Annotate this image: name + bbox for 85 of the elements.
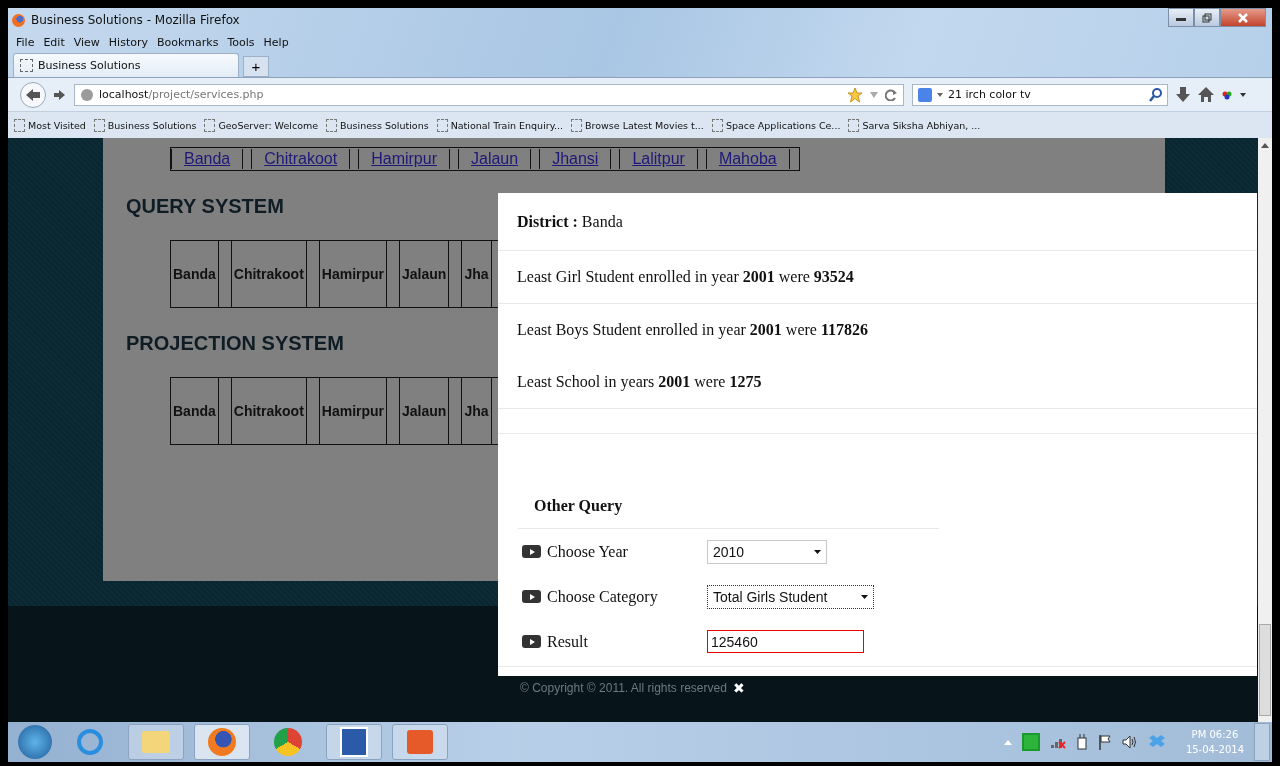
back-arrow-icon: [25, 87, 41, 102]
star-icon[interactable]: [847, 86, 863, 103]
result-text: Least Girl Student enrolled in year 2001 were 93524: [517, 268, 854, 286]
district-link[interactable]: Mahoba: [705, 149, 790, 169]
play-bullet-icon: [522, 635, 541, 648]
bookmark-item[interactable]: Space Applications Ce...: [711, 118, 841, 132]
table-cell[interactable]: Hamirpur: [319, 241, 388, 307]
dropdown-icon: [861, 594, 868, 599]
menu-item[interactable]: File: [16, 35, 35, 49]
district-text: District : Banda: [517, 212, 623, 231]
field-label: Choose Year: [547, 542, 629, 561]
result-field[interactable]: 125460: [707, 630, 864, 653]
firefox-icon: [12, 13, 25, 27]
table-cell[interactable]: Banda: [171, 378, 219, 444]
select-field[interactable]: 2010: [707, 539, 827, 564]
menu-item[interactable]: View: [73, 35, 100, 49]
table-cell[interactable]: Chitrakoot: [231, 378, 307, 444]
section-heading: Other Query: [534, 497, 623, 515]
menu-item[interactable]: Help: [263, 35, 289, 49]
search-icon[interactable]: [1149, 87, 1162, 102]
scrollbar[interactable]: [1258, 138, 1272, 722]
table-cell[interactable]: Jha: [462, 378, 492, 444]
bookmark-item[interactable]: Business Solutions: [93, 118, 197, 132]
district-link[interactable]: Lalitpur: [619, 149, 698, 169]
browser-tab[interactable]: Business Solutions: [13, 53, 239, 77]
field-label: Result: [547, 632, 589, 651]
address-bar[interactable]: localhost/project/services.php: [74, 83, 904, 106]
reload-icon[interactable]: [885, 88, 897, 101]
dropdown-icon: [814, 549, 821, 554]
bookmark-item[interactable]: National Train Enquiry...: [436, 118, 563, 132]
window-title: Business Solutions - Mozilla Firefox: [31, 13, 240, 27]
copyright-text: © Copyright © 2011. All rights reserved: [520, 681, 727, 695]
district-link[interactable]: Hamirpur: [358, 149, 450, 169]
firefox-icon[interactable]: [194, 724, 250, 760]
district-link[interactable]: Jhansi: [539, 149, 612, 169]
menu-item[interactable]: Bookmarks: [157, 35, 219, 49]
back-button[interactable]: [20, 81, 46, 108]
scrollbar-thumb[interactable]: [1259, 624, 1271, 716]
menu-caret-icon[interactable]: [1240, 92, 1246, 97]
bookmark-item[interactable]: Most Visited: [14, 118, 86, 132]
power-icon[interactable]: [1075, 734, 1088, 750]
table-cell[interactable]: Chitrakoot: [231, 241, 307, 307]
scroll-up-icon[interactable]: [1261, 143, 1269, 148]
table-cell[interactable]: Jalaun: [400, 378, 450, 444]
table-cell[interactable]: Banda: [171, 241, 219, 307]
search-field[interactable]: 21 irch color tv: [912, 83, 1168, 106]
dropdown-icon[interactable]: [937, 92, 943, 97]
menu-item[interactable]: Edit: [43, 35, 65, 49]
restore-icon: [1202, 12, 1212, 23]
minimize-button[interactable]: [1168, 8, 1194, 27]
flag-icon[interactable]: [1097, 734, 1112, 750]
play-bullet-icon: [522, 545, 541, 558]
table-cell[interactable]: Hamirpur: [319, 378, 388, 444]
field-label: Choose Category: [547, 587, 659, 606]
bookmark-item[interactable]: Business Solutions: [326, 118, 429, 132]
play-bullet-icon: [522, 590, 541, 603]
new-tab-button[interactable]: +: [243, 56, 269, 77]
close-button[interactable]: ✖: [732, 681, 745, 696]
search-engine-icon: [918, 87, 932, 102]
district-link[interactable]: Chitrakoot: [251, 149, 351, 169]
section-heading: PROJECTION SYSTEM: [126, 332, 344, 355]
select-field[interactable]: Total Girls Student: [707, 584, 874, 609]
restore-button[interactable]: [1194, 8, 1220, 27]
home-icon[interactable]: [1198, 87, 1214, 102]
bookmark-item[interactable]: Sarva Siksha Abhiyan, ...: [848, 118, 981, 132]
district-link[interactable]: Jalaun: [458, 149, 532, 169]
start-button[interactable]: [18, 725, 52, 759]
table-cell[interactable]: Jha: [462, 241, 492, 307]
document-app-icon[interactable]: [326, 724, 382, 760]
menu-item[interactable]: Tools: [227, 35, 255, 49]
close-icon: [1238, 12, 1248, 23]
result-text: Least School in years 2001 were 1275: [517, 373, 762, 391]
download-icon[interactable]: [1176, 86, 1190, 103]
presentation-app-icon[interactable]: [392, 724, 448, 760]
forward-icon[interactable]: [54, 88, 66, 101]
bookmark-item[interactable]: GeoServer: Welcome: [204, 118, 319, 132]
section-heading: QUERY SYSTEM: [126, 195, 284, 218]
table-cell[interactable]: Jalaun: [400, 241, 450, 307]
bookmark-item[interactable]: Browse Latest Movies t...: [571, 118, 704, 132]
volume-icon[interactable]: [1121, 735, 1138, 749]
menu-item[interactable]: History: [108, 35, 148, 49]
close-button[interactable]: [1220, 8, 1266, 27]
district-link[interactable]: Banda: [171, 149, 244, 169]
result-text: Least Boys Student enrolled in year 2001 were 117826: [517, 321, 869, 339]
addon-icon[interactable]: [1222, 89, 1232, 100]
